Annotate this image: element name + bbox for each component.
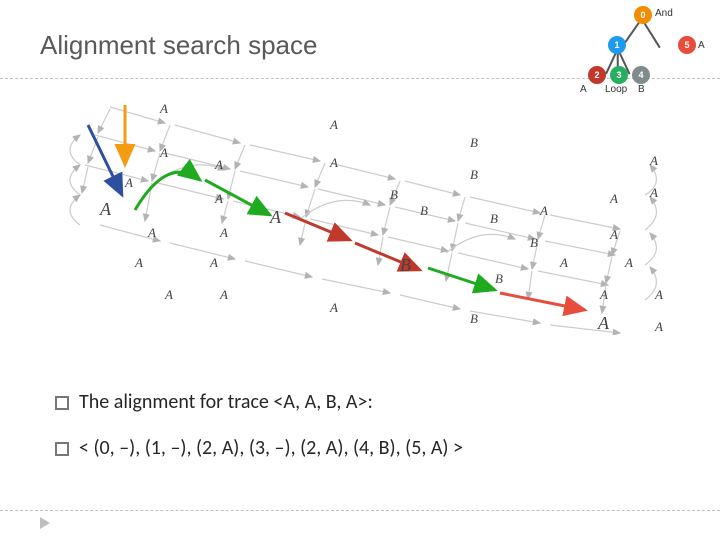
lattice-label: A <box>330 117 338 133</box>
tree-node-4-label: B <box>638 84 645 95</box>
lattice-label: A <box>540 203 548 219</box>
tree-node-2-label: A <box>580 84 587 95</box>
lattice-label: A <box>655 319 663 335</box>
lattice-label: A <box>215 157 223 173</box>
lattice-label: A <box>160 145 168 161</box>
lattice-label: B <box>390 187 398 203</box>
tree-node-0-label: And <box>655 8 673 19</box>
bullet-block: The alignment for trace <A, A, B, A>: < … <box>55 390 675 482</box>
highlight-arrow <box>88 125 122 195</box>
bullet1-rest: alignment for trace <A, A, B, A>: <box>114 390 373 414</box>
bullet1-prefix: The <box>79 390 114 414</box>
tree-node-5-label: A <box>698 40 705 51</box>
lattice-label: A <box>610 227 618 243</box>
bullet-line-2: < (0, –), (1, –), (2, A), (3, –), (2, A)… <box>55 436 675 460</box>
lattice-label: A <box>125 175 133 191</box>
tree-node-3: 3 <box>610 66 628 84</box>
tree-node-1: 1 <box>608 36 626 54</box>
lattice-svg <box>40 95 680 335</box>
tree-node-0: 0 <box>634 6 652 24</box>
lattice-label: A <box>210 255 218 271</box>
lattice-label: A <box>655 287 663 303</box>
lattice-label: A <box>220 287 228 303</box>
lattice-label: B <box>470 135 478 151</box>
lattice-label: A <box>215 191 223 207</box>
lattice-label: A <box>165 287 173 303</box>
lattice-label: B <box>470 167 478 183</box>
highlight-arrow <box>500 293 585 310</box>
bullet-marker-icon <box>55 396 69 410</box>
highlight-path-arrows <box>88 105 585 310</box>
lattice-label: A <box>270 207 281 228</box>
lattice-label: A <box>650 185 658 201</box>
bullet-marker-icon <box>55 442 69 456</box>
divider-bottom <box>0 510 720 511</box>
lattice-label: A <box>160 101 168 117</box>
lattice-label: A <box>650 153 658 169</box>
lattice-label: A <box>610 191 618 207</box>
lattice-label: A <box>135 255 143 271</box>
lattice-label: B <box>470 311 478 327</box>
lattice-gray-arrows <box>70 107 656 333</box>
lattice-label: B <box>420 203 428 219</box>
tree-node-2: 2 <box>588 66 606 84</box>
lattice-label: B <box>530 235 538 251</box>
highlight-arrow <box>428 268 495 290</box>
lattice-label: A <box>625 255 633 271</box>
tree-node-4: 4 <box>632 66 650 84</box>
search-space-lattice: AABAAAABAAABAAABBAAAABAABAAAABAAABAA <box>40 95 680 335</box>
footer-arrow-icon <box>40 517 50 529</box>
bullet2-text: < (0, –), (1, –), (2, A), (3, –), (2, A)… <box>79 436 463 460</box>
lattice-label: A <box>100 199 111 220</box>
lattice-label: B <box>400 255 411 276</box>
lattice-label: A <box>600 287 608 303</box>
lattice-label: A <box>560 255 568 271</box>
lattice-label: A <box>330 300 338 316</box>
lattice-label: B <box>490 211 498 227</box>
tree-node-5: 5 <box>678 36 696 54</box>
lattice-label: B <box>495 271 503 287</box>
lattice-label: A <box>220 225 228 241</box>
tree-node-1-label: Loop <box>605 84 627 95</box>
slide-title: Alignment search space <box>40 30 317 61</box>
lattice-label: A <box>148 225 156 241</box>
bullet-line-1: The alignment for trace <A, A, B, A>: <box>55 390 675 414</box>
process-tree: 0 And 1 Loop 5 A 2 A 3 4 B <box>590 4 710 94</box>
lattice-label: A <box>598 313 609 334</box>
lattice-label: A <box>330 155 338 171</box>
